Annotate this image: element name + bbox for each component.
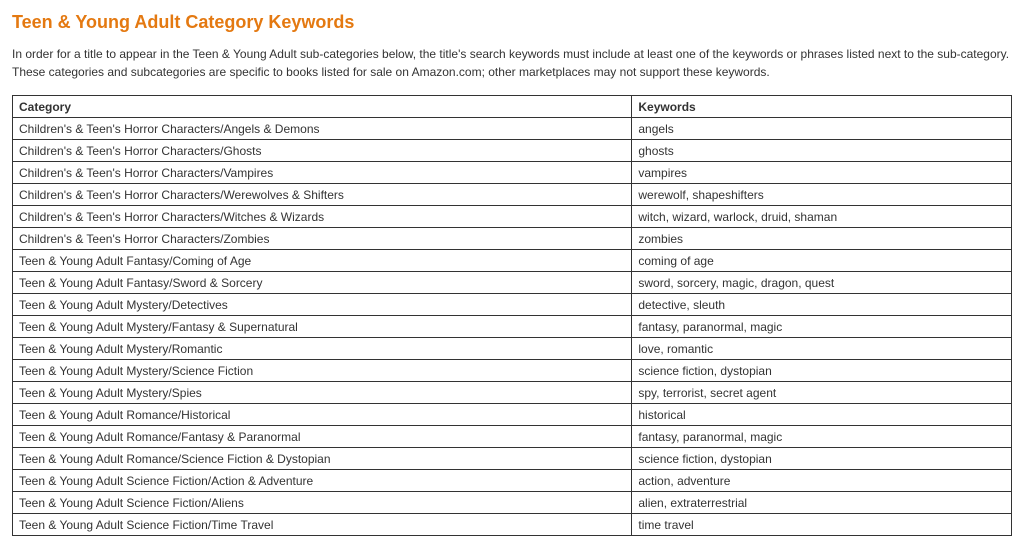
cell-category: Teen & Young Adult Mystery/Fantasy & Sup… (13, 316, 632, 338)
keywords-table: Category Keywords Children's & Teen's Ho… (12, 95, 1012, 536)
table-row: Teen & Young Adult Fantasy/Coming of Age… (13, 250, 1012, 272)
table-row: Teen & Young Adult Romance/Historicalhis… (13, 404, 1012, 426)
table-row: Teen & Young Adult Science Fiction/Actio… (13, 470, 1012, 492)
table-row: Children's & Teen's Horror Characters/Gh… (13, 140, 1012, 162)
cell-keywords: action, adventure (632, 470, 1012, 492)
table-row: Children's & Teen's Horror Characters/Va… (13, 162, 1012, 184)
table-row: Teen & Young Adult Romance/Fantasy & Par… (13, 426, 1012, 448)
cell-keywords: fantasy, paranormal, magic (632, 316, 1012, 338)
table-row: Teen & Young Adult Science Fiction/Alien… (13, 492, 1012, 514)
cell-keywords: werewolf, shapeshifters (632, 184, 1012, 206)
cell-keywords: angels (632, 118, 1012, 140)
cell-category: Children's & Teen's Horror Characters/Wi… (13, 206, 632, 228)
table-row: Children's & Teen's Horror Characters/Zo… (13, 228, 1012, 250)
page-title: Teen & Young Adult Category Keywords (12, 12, 1012, 33)
header-category: Category (13, 96, 632, 118)
cell-keywords: science fiction, dystopian (632, 448, 1012, 470)
cell-category: Teen & Young Adult Science Fiction/Actio… (13, 470, 632, 492)
table-row: Teen & Young Adult Mystery/Fantasy & Sup… (13, 316, 1012, 338)
cell-keywords: alien, extraterrestrial (632, 492, 1012, 514)
table-row: Teen & Young Adult Science Fiction/Time … (13, 514, 1012, 536)
cell-category: Teen & Young Adult Science Fiction/Time … (13, 514, 632, 536)
cell-category: Teen & Young Adult Science Fiction/Alien… (13, 492, 632, 514)
cell-keywords: detective, sleuth (632, 294, 1012, 316)
cell-keywords: vampires (632, 162, 1012, 184)
cell-keywords: science fiction, dystopian (632, 360, 1012, 382)
cell-keywords: time travel (632, 514, 1012, 536)
cell-category: Teen & Young Adult Mystery/Spies (13, 382, 632, 404)
cell-keywords: sword, sorcery, magic, dragon, quest (632, 272, 1012, 294)
cell-keywords: zombies (632, 228, 1012, 250)
cell-category: Teen & Young Adult Fantasy/Sword & Sorce… (13, 272, 632, 294)
cell-keywords: coming of age (632, 250, 1012, 272)
cell-category: Children's & Teen's Horror Characters/We… (13, 184, 632, 206)
cell-category: Teen & Young Adult Mystery/Romantic (13, 338, 632, 360)
cell-category: Children's & Teen's Horror Characters/Va… (13, 162, 632, 184)
cell-category: Children's & Teen's Horror Characters/An… (13, 118, 632, 140)
cell-category: Children's & Teen's Horror Characters/Zo… (13, 228, 632, 250)
table-row: Teen & Young Adult Fantasy/Sword & Sorce… (13, 272, 1012, 294)
intro-text: In order for a title to appear in the Te… (12, 45, 1012, 81)
header-keywords: Keywords (632, 96, 1012, 118)
cell-keywords: ghosts (632, 140, 1012, 162)
cell-category: Teen & Young Adult Romance/Science Ficti… (13, 448, 632, 470)
table-row: Teen & Young Adult Mystery/Detectivesdet… (13, 294, 1012, 316)
table-row: Teen & Young Adult Mystery/Romanticlove,… (13, 338, 1012, 360)
cell-category: Teen & Young Adult Romance/Fantasy & Par… (13, 426, 632, 448)
cell-category: Teen & Young Adult Fantasy/Coming of Age (13, 250, 632, 272)
cell-category: Teen & Young Adult Mystery/Science Ficti… (13, 360, 632, 382)
table-row: Children's & Teen's Horror Characters/An… (13, 118, 1012, 140)
table-row: Teen & Young Adult Romance/Science Ficti… (13, 448, 1012, 470)
cell-category: Teen & Young Adult Romance/Historical (13, 404, 632, 426)
table-row: Children's & Teen's Horror Characters/Wi… (13, 206, 1012, 228)
table-row: Teen & Young Adult Mystery/Spiesspy, ter… (13, 382, 1012, 404)
cell-keywords: love, romantic (632, 338, 1012, 360)
table-row: Children's & Teen's Horror Characters/We… (13, 184, 1012, 206)
cell-category: Children's & Teen's Horror Characters/Gh… (13, 140, 632, 162)
cell-category: Teen & Young Adult Mystery/Detectives (13, 294, 632, 316)
cell-keywords: witch, wizard, warlock, druid, shaman (632, 206, 1012, 228)
table-row: Teen & Young Adult Mystery/Science Ficti… (13, 360, 1012, 382)
table-header-row: Category Keywords (13, 96, 1012, 118)
cell-keywords: spy, terrorist, secret agent (632, 382, 1012, 404)
cell-keywords: historical (632, 404, 1012, 426)
cell-keywords: fantasy, paranormal, magic (632, 426, 1012, 448)
